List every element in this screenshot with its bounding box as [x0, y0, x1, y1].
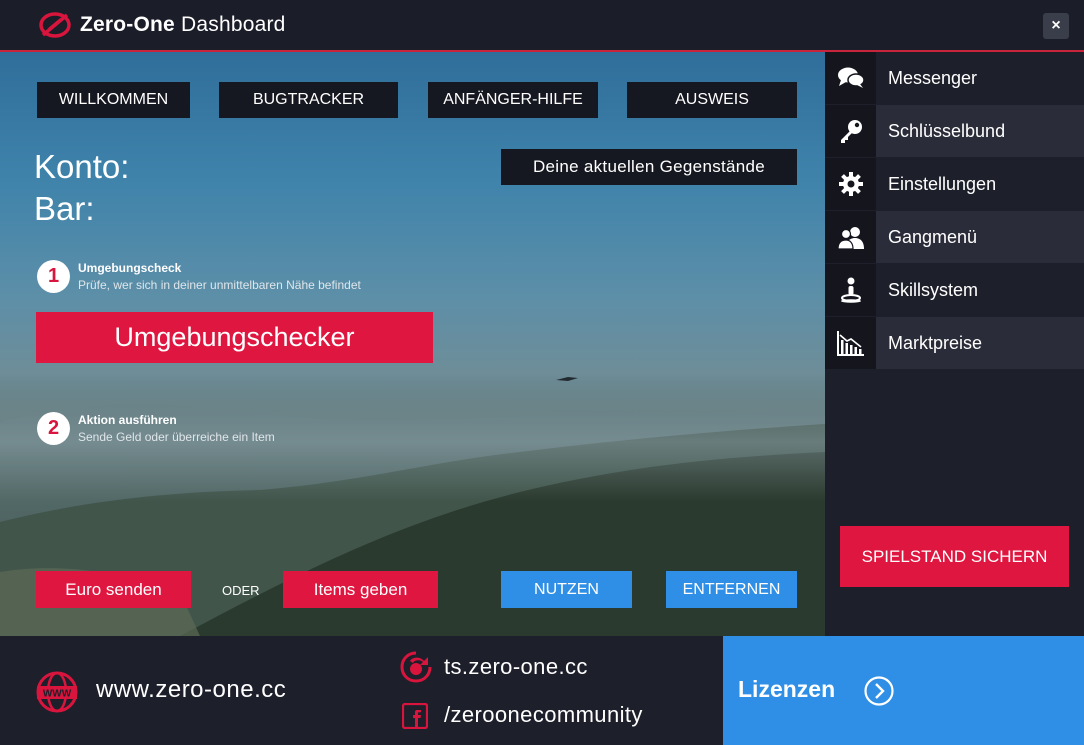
- entfernen-button[interactable]: ENTFERNEN: [666, 571, 797, 608]
- app-title: Zero-One Dashboard: [80, 13, 286, 37]
- step-2-title: Aktion ausführen: [78, 413, 177, 427]
- sidebar-item-label: Messenger: [876, 52, 1084, 104]
- nav-ausweis-button[interactable]: AUSWEIS: [627, 82, 797, 118]
- step-2-subtitle: Sende Geld oder überreiche ein Item: [78, 430, 275, 444]
- website-link[interactable]: www.zero-one.cc: [96, 676, 286, 704]
- umgebungschecker-button[interactable]: Umgebungschecker: [36, 312, 433, 363]
- sidebar-item-einstellungen[interactable]: Einstellungen: [825, 158, 1084, 210]
- teamspeak-icon: [400, 651, 432, 683]
- chart-down-icon: [825, 317, 876, 369]
- title-bar: Zero-One Dashboard ×: [0, 0, 1084, 52]
- sidebar-item-label: Einstellungen: [876, 158, 1084, 210]
- close-button[interactable]: ×: [1043, 13, 1069, 39]
- people-icon: [825, 211, 876, 263]
- globe-www-icon: WWW: [36, 671, 78, 713]
- sidebar-item-marktpreise[interactable]: Marktpreise: [825, 317, 1084, 369]
- key-icon: [825, 105, 876, 157]
- app-title-rest: Dashboard: [181, 13, 286, 36]
- facebook-icon: [402, 703, 428, 729]
- nutzen-button[interactable]: NUTZEN: [501, 571, 632, 608]
- sidebar-item-messenger[interactable]: Messenger: [825, 52, 1084, 104]
- step-2-badge: 2: [37, 412, 70, 445]
- items-geben-button[interactable]: Items geben: [283, 571, 438, 608]
- chevron-right-circle-icon: [864, 676, 894, 706]
- sidebar-item-label: Skillsystem: [876, 264, 1084, 316]
- zero-one-logo-icon: [39, 12, 71, 38]
- sidebar-item-schluesselbund[interactable]: Schlüsselbund: [825, 105, 1084, 157]
- sidebar-item-label: Marktpreise: [876, 317, 1084, 369]
- person-podium-icon: [825, 264, 876, 316]
- app-title-bold: Zero-One: [80, 13, 175, 36]
- main-panel: WILLKOMMEN BUGTRACKER ANFÄNGER-HILFE AUS…: [0, 52, 825, 636]
- footer: WWW www.zero-one.cc ts.zero-one.cc /zero…: [0, 636, 723, 745]
- sidebar-item-skillsystem[interactable]: Skillsystem: [825, 264, 1084, 316]
- nav-bugtracker-button[interactable]: BUGTRACKER: [219, 82, 398, 118]
- oder-label: ODER: [222, 583, 260, 598]
- sidebar-item-label: Gangmenü: [876, 211, 1084, 263]
- gear-icon: [825, 158, 876, 210]
- step-1-badge: 1: [37, 260, 70, 293]
- sidebar-item-label: Schlüsselbund: [876, 105, 1084, 157]
- bar-label: Bar:: [34, 190, 95, 227]
- nav-willkommen-button[interactable]: WILLKOMMEN: [37, 82, 190, 118]
- nav-anfaenger-hilfe-button[interactable]: ANFÄNGER-HILFE: [428, 82, 598, 118]
- euro-senden-button[interactable]: Euro senden: [36, 571, 191, 608]
- step-1-subtitle: Prüfe, wer sich in deiner unmittelbaren …: [78, 278, 361, 292]
- step-1-title: Umgebungscheck: [78, 261, 182, 275]
- facebook-link[interactable]: /zeroonecommunity: [444, 702, 643, 728]
- teamspeak-link[interactable]: ts.zero-one.cc: [444, 654, 588, 680]
- current-items-header: Deine aktuellen Gegenstände: [501, 149, 797, 185]
- lizenzen-label: Lizenzen: [738, 676, 836, 702]
- lizenzen-button[interactable]: Lizenzen: [723, 636, 1084, 745]
- spielstand-sichern-button[interactable]: SPIELSTAND SICHERN: [840, 526, 1069, 587]
- konto-label: Konto:: [34, 148, 130, 185]
- sidebar-item-gangmenue[interactable]: Gangmenü: [825, 211, 1084, 263]
- svg-text:WWW: WWW: [43, 689, 72, 700]
- chat-icon: [825, 52, 876, 104]
